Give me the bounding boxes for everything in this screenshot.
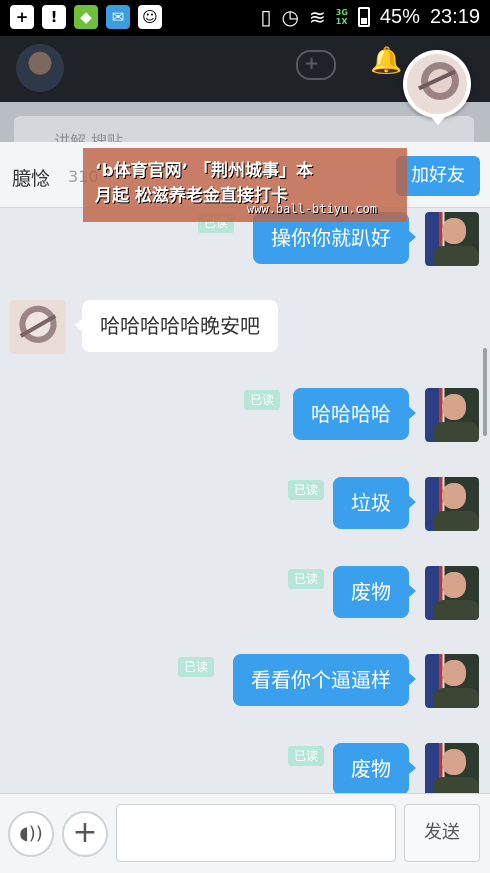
send-button[interactable]: 发送 (404, 804, 480, 862)
peer-name: 臆惗 (12, 168, 51, 190)
read-receipt: 已读 (244, 390, 281, 410)
read-receipt: 已读 (178, 657, 215, 677)
read-receipt: 已读 (288, 746, 325, 766)
notification-icons: + ! ◆ ✉ ☺ (10, 5, 162, 29)
message-input[interactable] (116, 804, 396, 862)
watermark-line1: ‘b体育官网’ 「荆州城事」本 (95, 161, 314, 181)
network-bottom-label: 1X (335, 17, 348, 26)
message-bubble-outgoing[interactable]: 废物 (333, 566, 416, 618)
watermark-url: www.ball-btiyu.com (247, 202, 378, 216)
add-icon: + (10, 5, 34, 29)
self-avatar[interactable] (425, 566, 479, 620)
message-bubble-outgoing[interactable]: 哈哈哈哈 (293, 388, 416, 440)
peer-avatar[interactable] (10, 300, 66, 354)
shop-icon: ◆ (74, 5, 98, 29)
add-friend-button[interactable]: 加好友 (396, 156, 480, 196)
system-icons: ▯ ◷ ≋ 3G 1X 45% 23:19 (261, 4, 480, 30)
message-bubble-incoming[interactable]: 哈哈哈哈哈晚安吧 (75, 300, 278, 352)
mail-icon: ✉ (106, 5, 130, 29)
self-avatar[interactable] (425, 212, 479, 266)
android-icon: ☺ (138, 5, 162, 29)
input-bar: ◖)) + 发送 (0, 793, 490, 873)
status-bar: + ! ◆ ✉ ☺ ▯ ◷ ≋ 3G 1X 45% 23:19 (0, 0, 490, 36)
read-receipt: 已读 (288, 480, 325, 500)
network-top-label: 3G (335, 8, 348, 17)
message-bubble-outgoing[interactable]: 废物 (333, 743, 416, 795)
battery-level: 45% (379, 5, 420, 28)
alarm-icon: ◷ (281, 5, 299, 29)
battery-icon (357, 7, 370, 27)
plus-icon[interactable]: + (62, 811, 108, 857)
gamepad-icon[interactable] (296, 50, 336, 80)
floating-avatar-image (407, 54, 467, 114)
message-bubble-outgoing[interactable]: 看看你个逼逼样 (233, 654, 416, 706)
vibrate-icon: ▯ (260, 5, 272, 29)
self-avatar[interactable] (425, 743, 479, 797)
floating-avatar[interactable] (403, 50, 471, 125)
clock: 23:19 (429, 5, 480, 28)
network-indicator: 3G 1X (336, 8, 348, 26)
scrollbar[interactable] (483, 348, 487, 436)
self-avatar[interactable] (425, 477, 479, 531)
profile-avatar[interactable] (16, 44, 64, 92)
message-bubble-outgoing[interactable]: 垃圾 (333, 477, 416, 529)
bell-icon[interactable]: 🔔 (370, 46, 402, 76)
self-avatar[interactable] (425, 388, 479, 442)
voice-icon[interactable]: ◖)) (8, 811, 54, 857)
wifi-icon: ≋ (309, 5, 326, 29)
watermark-overlay: ‘b体育官网’ 「荆州城事」本 月起 松滋养老金直接打卡 www.ball-bt… (83, 148, 407, 222)
alert-icon: ! (42, 5, 66, 29)
read-receipt: 已读 (288, 569, 325, 589)
self-avatar[interactable] (425, 654, 479, 708)
chat-panel: 臆惗 310 加好友 已读 操你你就趴好 哈哈哈哈哈晚安吧 已读 哈哈哈哈 已读… (0, 142, 490, 873)
